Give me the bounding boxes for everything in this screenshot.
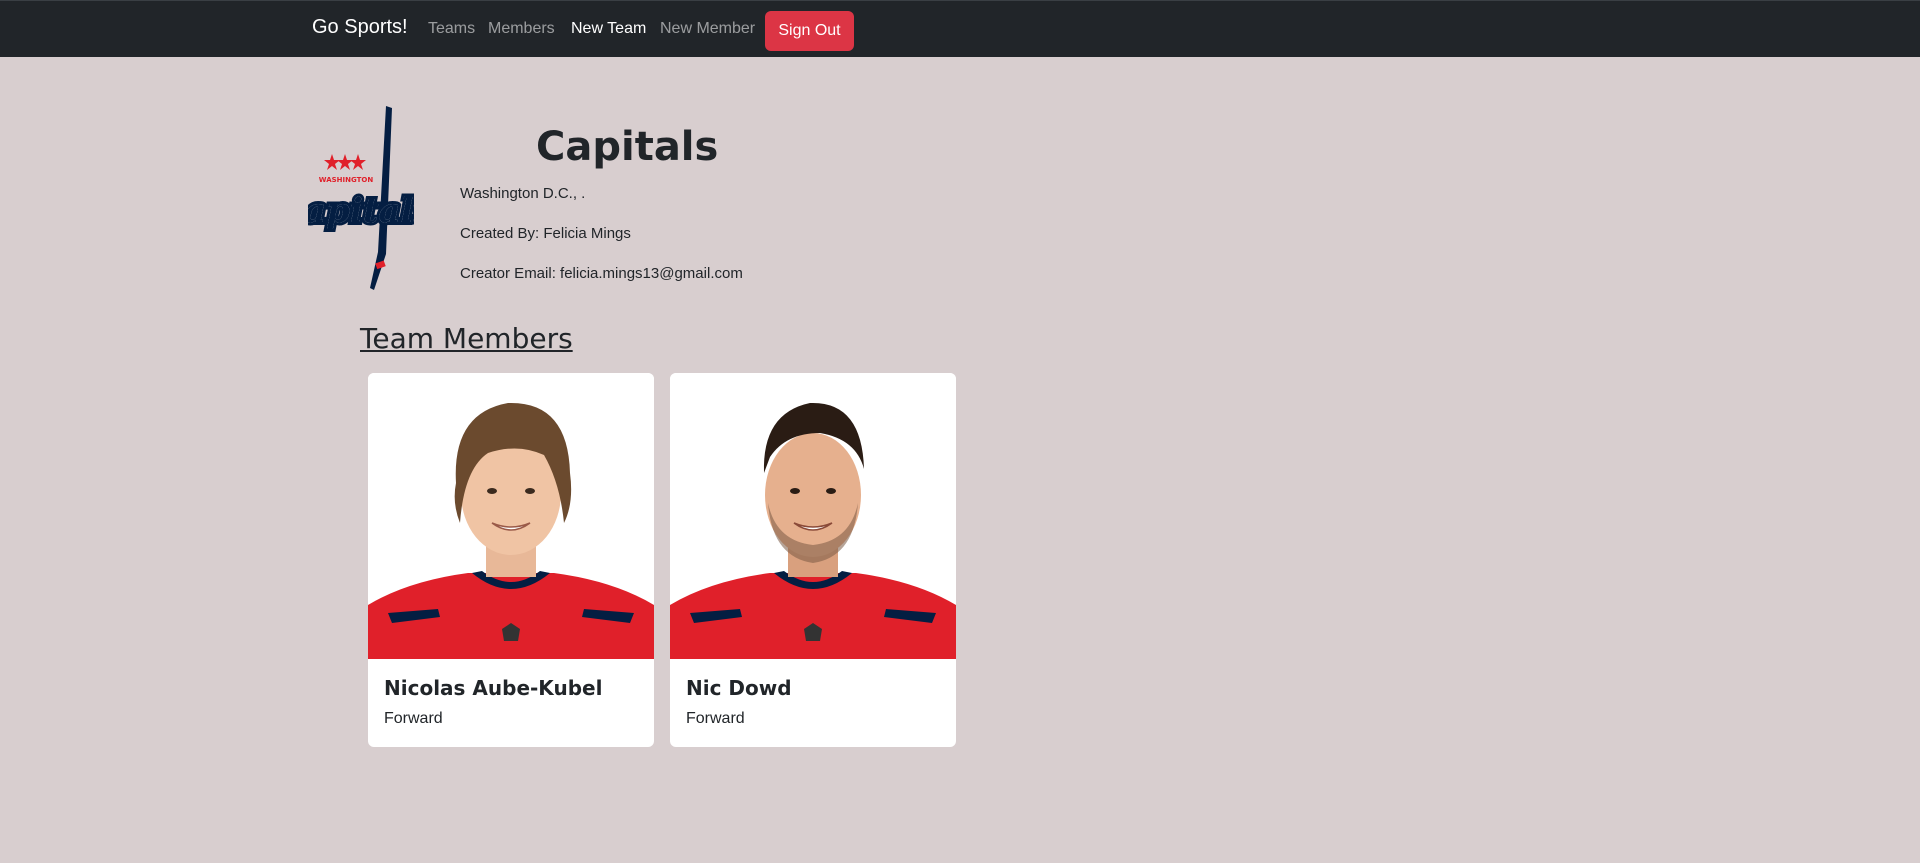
member-position: Forward bbox=[686, 710, 745, 727]
team-name-heading: Capitals bbox=[536, 124, 719, 170]
nav-link-new-team[interactable]: New Team bbox=[571, 20, 646, 38]
member-position: Forward bbox=[384, 710, 443, 727]
nav-link-teams[interactable]: Teams bbox=[428, 20, 475, 38]
nav-link-new-member[interactable]: New Member bbox=[660, 20, 755, 38]
brand-link[interactable]: Go Sports! bbox=[312, 16, 408, 39]
member-photo bbox=[670, 373, 956, 659]
team-created-by: Created By: Felicia Mings bbox=[460, 225, 631, 242]
member-photo bbox=[368, 373, 654, 659]
team-logo: WASHINGTON capitals capitals bbox=[308, 106, 414, 290]
team-location: Washington D.C., . bbox=[460, 185, 586, 202]
team-creator-email: Creator Email: felicia.mings13@gmail.com bbox=[460, 265, 743, 282]
team-members-heading: Team Members bbox=[360, 322, 573, 355]
svg-text:capitals: capitals bbox=[308, 191, 414, 231]
member-card[interactable]: Nic Dowd Forward bbox=[670, 373, 956, 747]
member-name: Nicolas Aube-Kubel bbox=[384, 676, 603, 700]
member-name: Nic Dowd bbox=[686, 676, 792, 700]
member-card[interactable]: Nicolas Aube-Kubel Forward bbox=[368, 373, 654, 747]
svg-text:WASHINGTON: WASHINGTON bbox=[319, 176, 374, 184]
top-navbar: Go Sports! Teams Members New Team New Me… bbox=[0, 0, 1920, 57]
sign-out-button[interactable]: Sign Out bbox=[765, 11, 854, 51]
nav-link-members[interactable]: Members bbox=[488, 20, 555, 38]
